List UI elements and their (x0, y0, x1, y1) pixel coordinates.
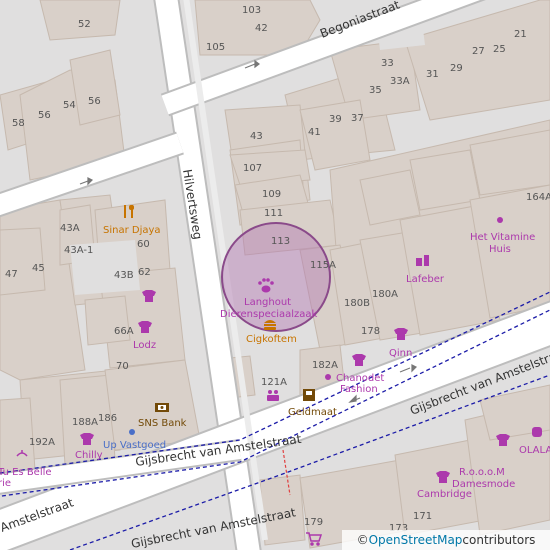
house-number: 186 (98, 413, 117, 424)
house-number: 121A (261, 377, 287, 388)
house-number: 31 (426, 69, 439, 80)
osm-link[interactable]: OpenStreetMap (369, 533, 463, 547)
house-number: 62 (138, 267, 151, 278)
house-number: 171 (413, 511, 432, 522)
house-number: 180A (372, 289, 398, 300)
house-number: 178 (361, 326, 380, 337)
poi-label-geldmaat[interactable]: Geldmaat (288, 407, 337, 418)
house-number: 70 (116, 361, 129, 372)
house-number: 56 (88, 96, 101, 107)
house-number: 37 (351, 113, 364, 124)
poi-label-sns-bank[interactable]: SNS Bank (138, 418, 187, 429)
office-dot-icon[interactable] (129, 429, 135, 435)
map-attribution: © OpenStreetMap contributors (342, 530, 550, 550)
house-number: 35 (369, 85, 382, 96)
house-number: 29 (450, 63, 463, 74)
house-number: 41 (308, 127, 321, 138)
beauty-icon[interactable] (532, 427, 542, 437)
house-number: 58 (12, 118, 25, 129)
house-number: 60 (137, 239, 150, 250)
house-number: 179 (304, 517, 323, 528)
map-canvas[interactable]: Hilvertsweg Begoniastraat Gijsbrecht van… (0, 0, 550, 550)
house-number: 182A (312, 360, 338, 371)
shop-dot-icon[interactable] (497, 217, 503, 223)
house-number: 188A (72, 417, 98, 428)
house-number: 113 (271, 236, 290, 247)
attribution-suffix: contributors (462, 533, 536, 547)
house-number: 39 (329, 114, 342, 125)
house-number: 45 (32, 263, 45, 274)
house-number: 27 (472, 46, 485, 57)
poi-label-cigkoftem[interactable]: Cigkoftem (246, 334, 297, 345)
house-number: 54 (63, 100, 76, 111)
poi-label-lafeber[interactable]: Lafeber (406, 274, 445, 285)
burger-icon[interactable] (264, 320, 276, 330)
house-number: 33 (381, 58, 394, 69)
attribution-copyright: © (356, 533, 369, 547)
poi-label-sinar-djaya[interactable]: Sinar Djaya (103, 225, 161, 236)
shop-dot-icon[interactable] (325, 374, 331, 380)
map-svg[interactable]: Hilvertsweg Begoniastraat Gijsbrecht van… (0, 0, 550, 550)
house-number: 47 (5, 269, 18, 280)
bank-icon[interactable] (155, 403, 169, 412)
poi-label-chanodet-2[interactable]: Fashion (340, 384, 378, 395)
poi-label-lodz[interactable]: Lodz (133, 340, 156, 351)
house-number: 25 (493, 44, 506, 55)
poi-label-cambridge[interactable]: Cambridge (417, 489, 472, 500)
atm-icon[interactable] (303, 389, 315, 401)
poi-label-langhout-2[interactable]: Dierenspeciaalzaak (220, 309, 318, 320)
house-number: 42 (255, 23, 268, 34)
house-number: 109 (262, 189, 281, 200)
poi-label-langhout[interactable]: Langhout (244, 297, 291, 308)
house-number: 56 (38, 110, 51, 121)
house-number: 103 (242, 5, 261, 16)
house-number: 66A (114, 326, 134, 337)
poi-label-chilly[interactable]: Chilly (75, 450, 103, 461)
poi-label-tu-es-belle-2[interactable]: rie (0, 478, 11, 489)
house-number: 43A-1 (64, 245, 93, 256)
house-number: 43B (114, 270, 134, 281)
poi-label-qinn[interactable]: Qinn (389, 348, 412, 359)
house-number: 43A (60, 223, 80, 234)
house-number: 180B (344, 298, 370, 309)
house-number: 164A (526, 192, 550, 203)
house-number: 111 (264, 208, 283, 219)
poi-label-het-vitamine-2[interactable]: Huis (489, 244, 511, 255)
house-number: 52 (78, 19, 91, 30)
house-number: 105 (206, 42, 225, 53)
house-number: 21 (514, 29, 527, 40)
poi-label-tu-es-belle[interactable]: Tu Es Belle (0, 467, 52, 478)
house-number: 192A (29, 437, 55, 448)
poi-label-up-vastgoed[interactable]: Up Vastgoed (103, 440, 166, 451)
poi-label-chanodet[interactable]: Chanodet (336, 373, 384, 384)
house-number: 107 (243, 163, 262, 174)
poi-label-het-vitamine[interactable]: Het Vitamine (470, 232, 535, 243)
poi-label-olala[interactable]: OLALA (519, 445, 550, 456)
house-number: 43 (250, 131, 263, 142)
house-number: 33A (390, 76, 410, 87)
poi-label-rooom[interactable]: R.o.o.o.M (459, 467, 505, 478)
house-number: 115A (310, 260, 336, 271)
